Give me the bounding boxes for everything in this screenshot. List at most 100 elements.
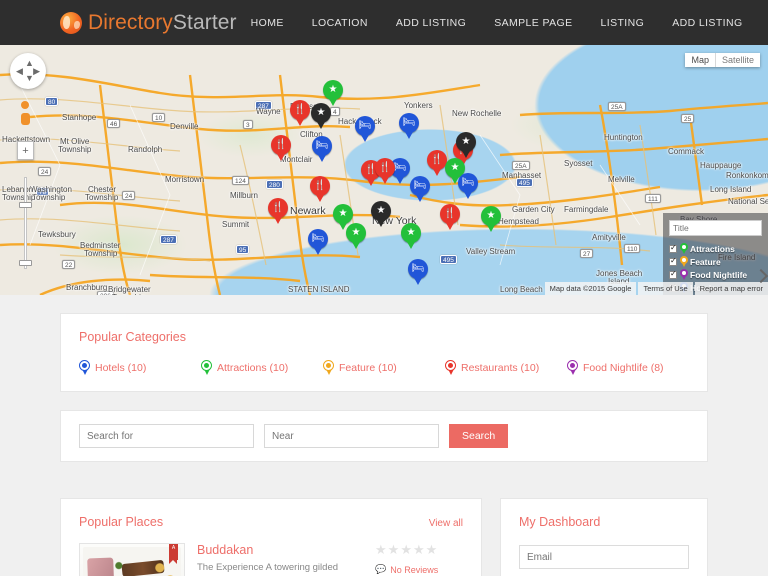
- map-zoom-control[interactable]: +: [17, 141, 34, 160]
- popular-categories-card: Popular Categories Hotels (10)Attraction…: [60, 313, 708, 392]
- search-near-input[interactable]: [264, 424, 439, 448]
- map-panel[interactable]: 80 287 78 287 280 95 495 495 10 46 24 24…: [0, 45, 768, 295]
- filter-option-food-nightlife[interactable]: Food Nightlife: [669, 269, 762, 280]
- category-link[interactable]: Restaurants (10): [461, 362, 539, 374]
- map-marker-hotel[interactable]: 🛏: [399, 113, 419, 140]
- rating-star[interactable]: ★: [413, 543, 425, 556]
- filter-checkbox[interactable]: [669, 271, 677, 279]
- map-marker-hotel[interactable]: 🛏: [408, 259, 428, 286]
- route-shield: 24: [38, 167, 51, 176]
- map-zoom-slider[interactable]: [24, 177, 27, 269]
- route-shield: 111: [645, 194, 661, 203]
- map-data-credit: Map data ©2015 Google: [545, 282, 637, 295]
- map-marker-restaurant[interactable]: 🍴: [268, 198, 288, 225]
- map-marker-restaurant[interactable]: 🍴: [427, 150, 447, 177]
- rating-stars[interactable]: ★★★★★: [375, 543, 463, 556]
- reviews-line: 💬 No Reviews: [375, 564, 463, 575]
- filter-pin-icon: [680, 243, 688, 254]
- map-marker-hotel[interactable]: 🛏: [458, 173, 478, 200]
- map-marker-star[interactable]: ★: [346, 223, 366, 250]
- map-marker-restaurant[interactable]: 🍴: [375, 158, 395, 185]
- map-marker-restaurant[interactable]: 🍴: [310, 176, 330, 203]
- category-list: Hotels (10) Attractions (10) Feature (10) R…: [79, 360, 689, 375]
- map-marker-star[interactable]: ★: [371, 201, 391, 228]
- place-name[interactable]: Buddakan: [197, 543, 363, 557]
- dashboard-title: My Dashboard: [519, 515, 689, 529]
- map-pan-control[interactable]: ▲ ▼ ◀ ▶: [10, 53, 46, 89]
- filter-title-input[interactable]: [669, 220, 762, 236]
- map-marker-star[interactable]: ★: [401, 223, 421, 250]
- filter-option-attractions[interactable]: Attractions: [669, 243, 762, 254]
- search-card: Search: [60, 410, 708, 462]
- route-shield: 25A: [608, 102, 626, 111]
- rating-star[interactable]: ★: [375, 543, 387, 556]
- nav-item-listing[interactable]: LISTING: [587, 17, 659, 29]
- filter-checkbox[interactable]: [669, 258, 677, 266]
- nav-item-add-listing-2[interactable]: ADD LISTING: [658, 17, 756, 29]
- page-content: Popular Categories Hotels (10)Attraction…: [0, 313, 768, 576]
- filter-checkbox[interactable]: [669, 245, 677, 253]
- map-marker-restaurant[interactable]: 🍴: [271, 135, 291, 162]
- filter-option-label: Food Nightlife: [690, 270, 747, 280]
- zoom-in-button[interactable]: +: [18, 142, 33, 159]
- site-header: DirectoryStarter HOME LOCATION ADD LISTI…: [0, 0, 768, 45]
- nav-item-home[interactable]: HOME: [237, 17, 298, 29]
- filter-pin-icon: [680, 269, 688, 280]
- rating-star[interactable]: ★: [426, 543, 438, 556]
- search-button[interactable]: Search: [449, 424, 508, 448]
- map-terms-link[interactable]: Terms of Use: [638, 282, 692, 295]
- category-link[interactable]: Feature (10): [339, 362, 397, 374]
- map-marker-star[interactable]: ★: [481, 206, 501, 233]
- route-shield: 110: [624, 244, 640, 253]
- map-report-link[interactable]: Report a map error: [695, 282, 768, 295]
- no-reviews-link[interactable]: No Reviews: [390, 565, 438, 575]
- category-link[interactable]: Food Nightlife (8): [583, 362, 664, 374]
- map-type-toggle[interactable]: Map Satellite: [685, 53, 760, 67]
- highway-shield: 287: [160, 235, 177, 244]
- marker-tip: [360, 133, 370, 142]
- map-marker-hotel[interactable]: 🛏: [312, 136, 332, 163]
- nav-item-sample-page[interactable]: SAMPLE PAGE: [480, 17, 586, 29]
- zoom-slider-knob[interactable]: [19, 202, 32, 208]
- site-logo[interactable]: DirectoryStarter: [60, 11, 237, 35]
- marker-tip: [313, 246, 323, 255]
- zoom-out-button[interactable]: [19, 260, 32, 266]
- route-shield: 4: [330, 107, 340, 116]
- marker-tip: [295, 117, 305, 126]
- rating-star[interactable]: ★: [388, 543, 400, 556]
- category-item[interactable]: Restaurants (10): [445, 360, 567, 375]
- search-for-input[interactable]: [79, 424, 254, 448]
- main-navigation: HOME LOCATION ADD LISTING SAMPLE PAGE LI…: [237, 17, 757, 29]
- category-item[interactable]: Attractions (10): [201, 360, 323, 375]
- map-marker-restaurant[interactable]: 🍴: [290, 100, 310, 127]
- map-marker-star[interactable]: ★: [456, 132, 476, 159]
- featured-ribbon-badge: A: [169, 544, 178, 560]
- map-marker-restaurant[interactable]: 🍴: [440, 204, 460, 231]
- category-link[interactable]: Attractions (10): [217, 362, 288, 374]
- map-marker-hotel[interactable]: 🛏: [308, 229, 328, 256]
- category-link[interactable]: Hotels (10): [95, 362, 146, 374]
- view-all-link[interactable]: View all: [429, 518, 463, 529]
- category-item[interactable]: Feature (10): [323, 360, 445, 375]
- map-type-satellite[interactable]: Satellite: [716, 53, 760, 67]
- category-item[interactable]: Hotels (10): [79, 360, 201, 375]
- highway-shield: 495: [516, 178, 533, 187]
- email-field[interactable]: [519, 545, 689, 569]
- place-thumbnail[interactable]: A: [79, 543, 185, 576]
- marker-tip: [351, 240, 361, 249]
- filter-option-label: Feature: [690, 257, 721, 267]
- category-item[interactable]: Food Nightlife (8): [567, 360, 689, 375]
- nav-item-add-listing[interactable]: ADD LISTING: [382, 17, 480, 29]
- highway-shield: 280: [266, 180, 283, 189]
- street-view-pegman-icon[interactable]: [18, 101, 32, 123]
- rating-star[interactable]: ★: [400, 543, 412, 556]
- map-type-map[interactable]: Map: [685, 53, 716, 67]
- dashboard-card: My Dashboard Sign In New User? Register …: [500, 498, 708, 576]
- marker-tip: [395, 175, 405, 184]
- map-marker-hotel[interactable]: 🛏: [410, 176, 430, 203]
- map-marker-hotel[interactable]: 🛏: [355, 116, 375, 143]
- nav-item-location[interactable]: LOCATION: [298, 17, 382, 29]
- map-marker-star[interactable]: ★: [311, 103, 331, 130]
- place-listing-item: A Buddakan The Experience A towering gil…: [79, 543, 463, 576]
- filter-option-feature[interactable]: Feature: [669, 256, 762, 267]
